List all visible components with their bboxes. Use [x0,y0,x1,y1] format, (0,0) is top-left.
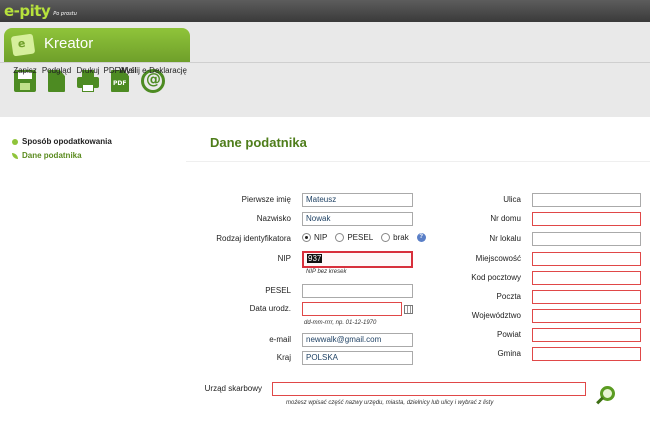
house-no-label: Nr domu [490,214,521,223]
radio-nip[interactable]: NIP [302,233,327,242]
country-input[interactable]: POLSKA [302,351,413,365]
house-no-input[interactable] [532,212,641,226]
first-name-input[interactable]: Mateusz [302,193,413,207]
county-label: Powiat [496,330,521,339]
app-logo[interactable]: e-pity Po prostu [4,1,77,21]
birth-date-label: Data urodz. [249,304,291,313]
nip-input[interactable]: 937 [302,251,413,268]
id-type-radio-group: NIP PESEL brak ? [302,233,426,242]
send-edeclaration-button[interactable]: Wyślij e-Deklarację [119,66,187,116]
id-type-label: Rodzaj identyfikatora [216,234,291,243]
nip-label: NIP [277,254,291,263]
voivodeship-input[interactable] [532,309,641,323]
city-input[interactable] [532,252,641,266]
pesel-input[interactable] [302,284,413,298]
search-button[interactable] [596,386,616,406]
header: Kreator Zapisz Podgląd Drukuj PDF PDF/Ma… [0,22,650,118]
top-bar: e-pity Po prostu [0,0,650,22]
kreator-title: Kreator [44,35,94,52]
flat-no-label: Nr lokalu [489,234,521,243]
post-office-label: Poczta [496,292,521,301]
logo-tagline: Po prostu [53,11,77,17]
city-label: Miejscowość [475,254,521,263]
sidebar-item-label: Dane podatnika [22,151,82,160]
country-label: Kraj [276,353,291,362]
search-icon-handle [596,396,604,405]
birth-date-hint: dd-mm-rrrr, np. 01-12-1970 [304,320,377,326]
preview-button[interactable]: Podgląd [42,66,71,116]
print-button[interactable]: Drukuj [71,66,105,116]
last-name-input[interactable]: Nowak [302,212,413,226]
help-icon[interactable]: ? [416,233,426,242]
toolbar: Zapisz Podgląd Drukuj PDF PDF/Mail Wyśli… [0,66,187,116]
leaf-icon [12,152,18,159]
sidebar-item-label: Sposób opodatkowania [22,137,112,146]
postal-code-input[interactable] [532,271,641,285]
flat-no-input[interactable] [532,232,641,246]
radio-pesel[interactable]: PESEL [335,233,373,242]
logo-text: e-pity [4,2,51,20]
tab-divider [0,62,650,63]
radio-dot [335,233,345,242]
tax-office-input[interactable] [272,382,586,396]
tax-office-hint: możesz wpisać część nazwy urzędu, miasta… [286,400,494,406]
page-title: Dane podatnika [210,135,307,150]
radio-dot [381,233,391,242]
commune-label: Gmina [497,349,521,358]
sidebar: Sposób opodatkowania Dane podatnika [0,117,186,422]
preview-label: Podgląd [41,66,72,75]
sidebar-item-taxation-method[interactable]: Sposób opodatkowania [12,137,112,146]
radio-none[interactable]: brak [381,233,409,242]
last-name-label: Nazwisko [256,214,291,223]
send-label: Wyślij e-Deklarację [119,66,187,75]
birth-date-input[interactable] [302,302,402,316]
pesel-label: PESEL [265,286,291,295]
main-content: Dane podatnika Pierwsze imię Mateusz Naz… [186,117,650,422]
print-label: Drukuj [76,66,100,75]
tax-office-label: Urząd skarbowy [204,384,262,393]
postal-code-label: Kod pocztowy [471,273,521,282]
radio-dot [302,233,311,242]
county-input[interactable] [532,328,641,342]
calendar-icon[interactable] [404,305,413,314]
commune-input[interactable] [532,347,641,361]
voivodeship-label: Województwo [471,311,521,320]
street-input[interactable] [532,193,641,207]
save-button[interactable]: Zapisz [8,66,42,116]
save-label: Zapisz [13,66,37,75]
post-office-input[interactable] [532,290,641,304]
street-label: Ulica [503,195,521,204]
email-label: e-mail [269,335,291,344]
email-input[interactable]: newwalk@gmail.com [302,333,413,347]
nip-value: 937 [307,254,323,263]
nip-hint: NIP bez kresek [306,269,347,275]
title-divider [186,161,650,162]
first-name-label: Pierwsze imię [241,195,291,204]
bullet-icon [12,138,18,145]
kreator-tab[interactable]: Kreator [4,28,190,62]
kreator-icon [10,33,36,57]
sidebar-item-taxpayer-data[interactable]: Dane podatnika [12,151,82,160]
